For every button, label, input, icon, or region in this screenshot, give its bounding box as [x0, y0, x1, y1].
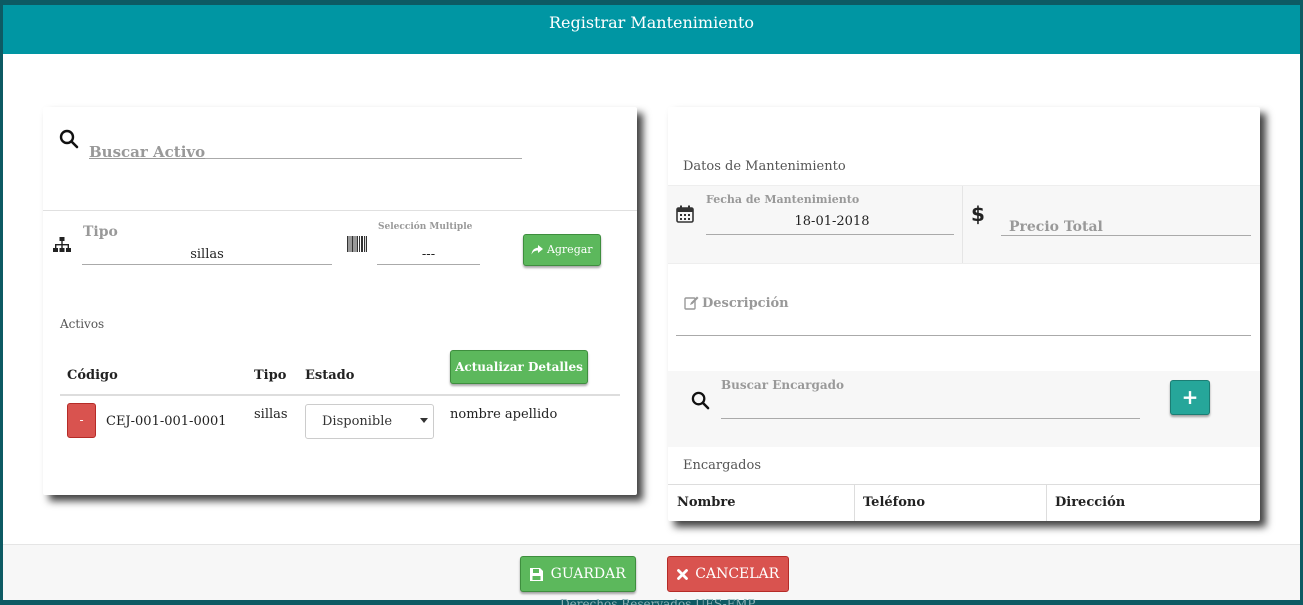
multi-select-input[interactable]: --- [377, 243, 480, 265]
remove-row-button[interactable]: - [67, 403, 96, 438]
background-footer-text: Derechos Reservados UES-FMP [560, 597, 756, 605]
modal-footer: GUARDAR CANCELAR [3, 544, 1300, 600]
fecha-label: Fecha de Mantenimiento [706, 193, 860, 206]
fecha-input[interactable]: 18-01-2018 [706, 210, 954, 235]
update-details-button[interactable]: Actualizar Detalles [450, 350, 588, 384]
save-button[interactable]: GUARDAR [520, 556, 636, 592]
precio-total-input[interactable]: Precio Total [1001, 216, 1251, 236]
row-codigo: CEJ-001-001-0001 [106, 414, 227, 429]
add-encargado-button[interactable]: + [1170, 380, 1210, 415]
column-divider [1046, 485, 1047, 521]
sitemap-icon [53, 237, 71, 253]
modal-header: Registrar Mantenimiento [3, 5, 1300, 54]
buscar-encargado-row: Buscar Encargado + [668, 371, 1260, 447]
descripcion-input[interactable]: Descripción [676, 290, 1251, 336]
row-tipo: sillas [254, 407, 288, 422]
col-header-direccion: Dirección [1055, 495, 1126, 510]
calendar-icon [676, 205, 694, 223]
caret-down-icon [420, 416, 428, 424]
fecha-precio-row: Fecha de Mantenimiento 18-01-2018 $ Prec… [668, 185, 1260, 264]
maintenance-card: Datos de Mantenimiento Fecha de Mantenim… [668, 107, 1260, 521]
asset-card: Buscar Activo Tipo sillas Selección Mult… [43, 107, 637, 495]
table-row: - CEJ-001-001-0001 sillas Disponible nom… [43, 397, 637, 445]
buscar-encargado-label: Buscar Encargado [721, 378, 845, 392]
activos-label: Activos [60, 317, 105, 331]
row-encargado: nombre apellido [450, 407, 558, 422]
dollar-icon: $ [971, 202, 985, 226]
col-header-telefono: Teléfono [863, 495, 926, 510]
floppy-icon [530, 567, 544, 581]
column-divider [854, 485, 855, 521]
modal-title: Registrar Mantenimiento [548, 13, 755, 32]
tipo-label: Tipo [83, 224, 118, 240]
barcode-icon [347, 236, 367, 252]
search-icon [691, 391, 710, 410]
search-asset-input[interactable]: Buscar Activo [89, 141, 522, 161]
datos-label: Datos de Mantenimiento [683, 159, 846, 174]
cancel-button[interactable]: CANCELAR [667, 556, 789, 592]
encargados-label: Encargados [683, 458, 761, 473]
tipo-select[interactable]: sillas [82, 243, 332, 265]
close-icon [676, 568, 688, 580]
share-icon [531, 245, 544, 255]
add-button[interactable]: Agregar [523, 234, 601, 266]
col-header-estado: Estado [305, 368, 355, 383]
col-header-codigo: Código [67, 368, 118, 383]
table-header-divider [60, 394, 620, 396]
col-header-nombre: Nombre [677, 495, 736, 510]
buscar-encargado-input[interactable] [721, 397, 1140, 419]
divider [43, 210, 637, 211]
register-maintenance-modal: Registrar Mantenimiento Buscar Activo Ti… [3, 5, 1300, 600]
estado-select[interactable]: Disponible [305, 404, 434, 439]
multi-select-label: Selección Multiple [378, 222, 473, 232]
column-divider [962, 186, 963, 263]
col-header-tipo: Tipo [254, 368, 287, 383]
search-icon [59, 129, 79, 149]
encargados-table-header: Nombre Teléfono Dirección [668, 484, 1260, 521]
